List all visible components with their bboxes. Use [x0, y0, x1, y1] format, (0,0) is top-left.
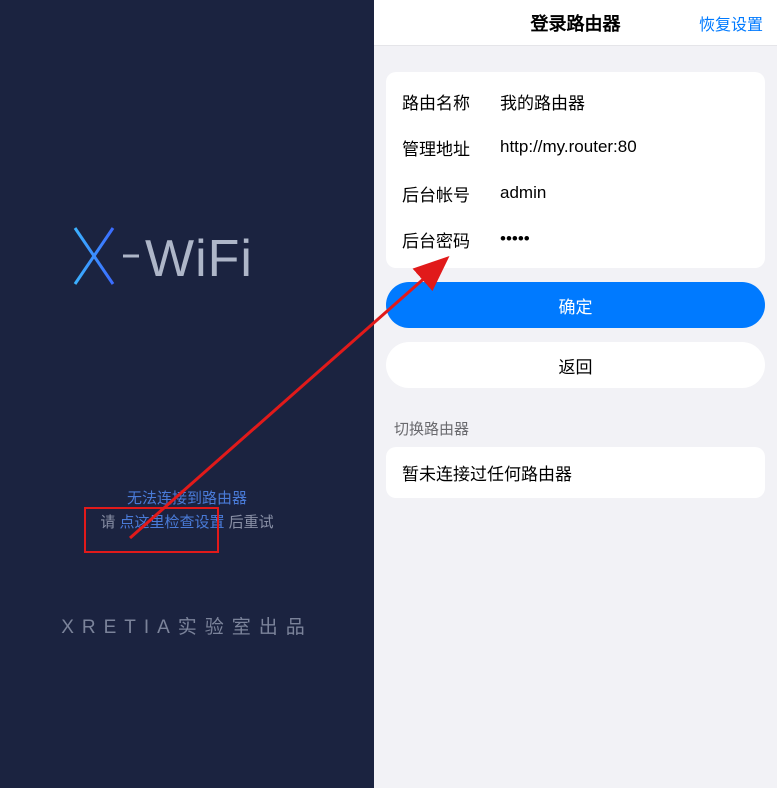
page-title: 登录路由器: [531, 10, 621, 36]
splash-pane: WiFi 无法连接到路由器 请 点这里检查设置 后重试 XRETIA实验室出品: [0, 0, 374, 788]
confirm-button[interactable]: 确定: [386, 282, 765, 328]
error-title: 无法连接到路由器: [0, 487, 374, 511]
field-row-url[interactable]: 管理地址 http://my.router:80: [402, 124, 749, 170]
switch-router-header: 切换路由器: [386, 418, 765, 447]
field-value: admin: [500, 183, 749, 203]
field-label: 后台密码: [402, 227, 500, 252]
field-row-pass[interactable]: 后台密码 •••••: [402, 216, 749, 262]
restore-settings-link[interactable]: 恢复设置: [699, 11, 763, 35]
navbar: 登录路由器 恢复设置: [374, 0, 777, 46]
field-value: 我的路由器: [500, 89, 749, 114]
svg-text:WiFi: WiFi: [145, 230, 253, 288]
router-history-empty: 暂未连接过任何路由器: [386, 447, 765, 498]
check-settings-link[interactable]: 点这里检查设置: [119, 514, 224, 531]
error-hint: 请 点这里检查设置 后重试: [0, 511, 374, 535]
login-pane: 登录路由器 恢复设置 路由名称 我的路由器 管理地址 http://my.rou…: [374, 0, 777, 788]
field-label: 路由名称: [402, 89, 500, 114]
app-logo: WiFi: [0, 220, 374, 297]
field-value: •••••: [500, 229, 749, 249]
router-info-card: 路由名称 我的路由器 管理地址 http://my.router:80 后台帐号…: [386, 72, 765, 268]
brand-footer: XRETIA实验室出品: [0, 612, 374, 639]
field-label: 管理地址: [402, 135, 500, 160]
field-row-name[interactable]: 路由名称 我的路由器: [402, 78, 749, 124]
connection-error: 无法连接到路由器 请 点这里检查设置 后重试: [0, 487, 374, 535]
error-prefix: 请: [100, 514, 119, 531]
field-value: http://my.router:80: [500, 137, 749, 157]
back-button[interactable]: 返回: [386, 342, 765, 388]
field-label: 后台帐号: [402, 181, 500, 206]
error-suffix: 后重试: [225, 514, 274, 531]
field-row-user[interactable]: 后台帐号 admin: [402, 170, 749, 216]
